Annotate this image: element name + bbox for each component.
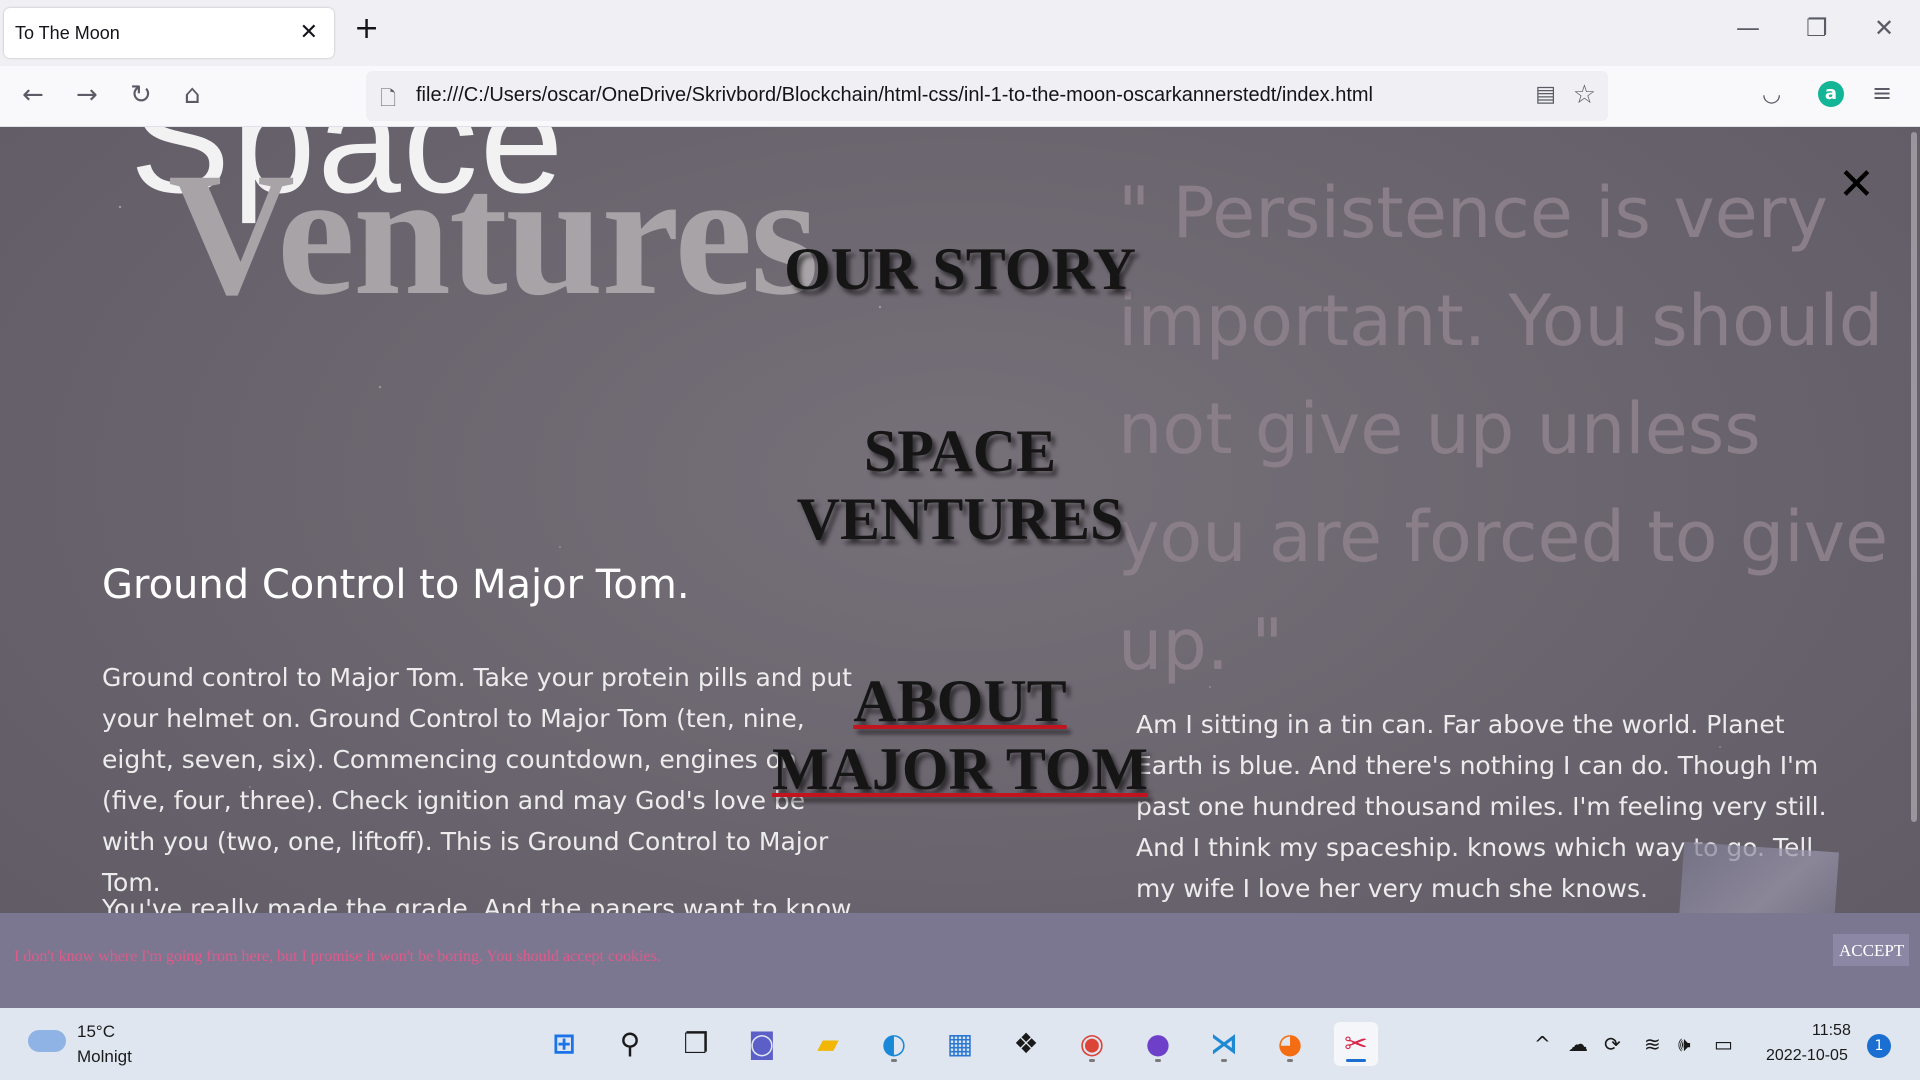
- wifi-icon[interactable]: ≋: [1644, 1032, 1661, 1056]
- browser-tabstrip: To The Moon ✕ + — ❐ ✕: [0, 0, 1920, 66]
- reload-icon[interactable]: ↻: [130, 80, 152, 110]
- close-menu-icon[interactable]: ✕: [1838, 163, 1875, 207]
- notification-badge[interactable]: 1: [1867, 1034, 1891, 1058]
- url-text[interactable]: file:///C:/Users/oscar/OneDrive/Skrivbor…: [416, 84, 1373, 107]
- vscode-icon[interactable]: ⋊: [1202, 1022, 1246, 1066]
- page-viewport: Space Ventures " Persistence is very imp…: [0, 127, 1920, 1008]
- chat-icon[interactable]: ◙: [740, 1022, 784, 1066]
- running-indicator: [1089, 1059, 1095, 1062]
- firefox-icon[interactable]: ◕: [1268, 1022, 1312, 1066]
- clock-date[interactable]: 2022-10-05: [1766, 1047, 1848, 1065]
- menu-link-about-major-tom[interactable]: ABOUT MAJOR TOM: [760, 667, 1160, 803]
- back-icon[interactable]: ←: [22, 80, 44, 110]
- home-icon[interactable]: ⌂: [184, 80, 201, 110]
- cloud-icon[interactable]: [28, 1030, 66, 1052]
- cookie-message: I don't know where I'm going from here, …: [14, 948, 661, 965]
- new-tab-button[interactable]: +: [354, 14, 379, 44]
- volume-icon[interactable]: 🕪: [1678, 1032, 1691, 1056]
- hamburger-menu-icon[interactable]: ≡: [1872, 79, 1892, 107]
- section-heading: Ground Control to Major Tom.: [102, 562, 690, 609]
- running-indicator: [1221, 1059, 1227, 1062]
- accept-cookies-button[interactable]: ACCEPT: [1833, 934, 1909, 966]
- logo-ventures-text: Ventures: [168, 137, 819, 332]
- running-indicator: [1287, 1059, 1293, 1062]
- edge-icon[interactable]: ◐: [872, 1022, 916, 1066]
- sync-icon[interactable]: ⟳: [1604, 1032, 1621, 1056]
- task-view-icon[interactable]: ❐: [674, 1022, 718, 1066]
- minimize-icon[interactable]: —: [1736, 14, 1760, 42]
- snipping-tool-icon[interactable]: ✂: [1334, 1022, 1378, 1066]
- clock-time[interactable]: 11:58: [1812, 1022, 1851, 1040]
- restore-icon[interactable]: ❐: [1806, 14, 1828, 42]
- github-desktop-icon[interactable]: ●: [1136, 1022, 1180, 1066]
- pocket-icon[interactable]: ◡: [1762, 82, 1781, 107]
- forward-icon[interactable]: →: [76, 80, 98, 110]
- close-icon[interactable]: ✕: [300, 20, 318, 45]
- browser-navbar: ← → ↻ ⌂ 🗋 file:///C:/Users/oscar/OneDriv…: [0, 66, 1920, 127]
- taskbar: 15°C Molnigt ⊞ ⚲ ❐ ◙ ▰ ◐ ▦ ❖ ◉ ● ⋊ ◕ ✂ ^…: [0, 1008, 1920, 1080]
- address-bar[interactable]: 🗋 file:///C:/Users/oscar/OneDrive/Skrivb…: [366, 71, 1608, 121]
- menu-link-about-label: ABOUT MAJOR TOM: [771, 668, 1149, 802]
- battery-icon[interactable]: ▭: [1714, 1032, 1733, 1056]
- reader-view-icon[interactable]: ▤: [1535, 82, 1556, 107]
- cookie-banner: I don't know where I'm going from here, …: [0, 913, 1920, 1008]
- active-indicator: [1346, 1059, 1366, 1062]
- search-icon[interactable]: ⚲: [608, 1022, 652, 1066]
- page-scrollbar[interactable]: [1906, 127, 1920, 1008]
- weather-temperature[interactable]: 15°C: [77, 1022, 115, 1042]
- onedrive-icon[interactable]: ☁: [1568, 1032, 1588, 1056]
- scrollbar-thumb[interactable]: [1911, 132, 1917, 822]
- page-icon: 🗋: [380, 86, 397, 110]
- tab-title: To The Moon: [15, 23, 120, 43]
- hero-quote: " Persistence is very important. You sho…: [1118, 172, 1889, 686]
- menu-link-space-ventures[interactable]: SPACE VENTURES: [760, 417, 1160, 553]
- lyrics-paragraph-1: Ground control to Major Tom. Take your p…: [102, 663, 852, 897]
- chevron-up-icon[interactable]: ^: [1534, 1032, 1551, 1056]
- running-indicator: [1155, 1059, 1161, 1062]
- running-indicator: [891, 1059, 897, 1062]
- window-close-icon[interactable]: ✕: [1874, 14, 1894, 42]
- file-explorer-icon[interactable]: ▰: [806, 1022, 850, 1066]
- store-icon[interactable]: ▦: [938, 1022, 982, 1066]
- account-icon[interactable]: a: [1818, 81, 1844, 107]
- start-windows-icon[interactable]: ⊞: [542, 1022, 586, 1066]
- browser-tab[interactable]: To The Moon ✕: [4, 8, 334, 58]
- chrome-icon[interactable]: ◉: [1070, 1022, 1114, 1066]
- menu-link-our-story[interactable]: OUR STORY: [760, 235, 1160, 303]
- weather-description[interactable]: Molnigt: [77, 1047, 132, 1067]
- bookmark-star-icon[interactable]: ☆: [1573, 80, 1596, 110]
- dropbox-icon[interactable]: ❖: [1004, 1022, 1048, 1066]
